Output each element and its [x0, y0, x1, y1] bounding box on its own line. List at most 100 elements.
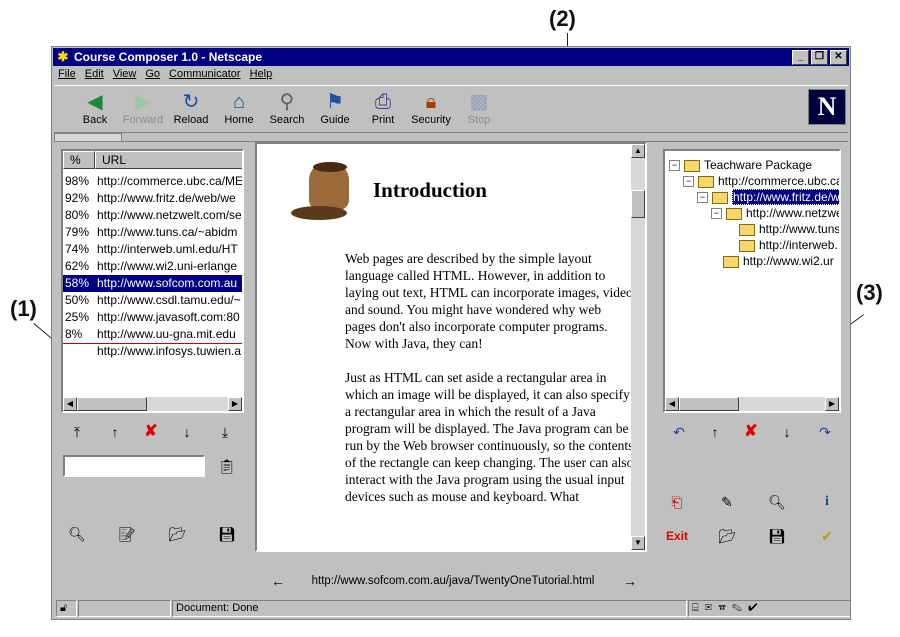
export-button[interactable]: ⎗: [664, 491, 690, 513]
next-page-button[interactable]: →: [619, 571, 641, 591]
list-item[interactable]: 8% http://www.uu-gna.mit.edu: [63, 326, 242, 344]
edit-icon: ✎: [721, 494, 733, 510]
minimize-button[interactable]: _: [792, 50, 809, 65]
url-input[interactable]: [63, 455, 205, 477]
checkmark-icon: ✔: [821, 528, 833, 544]
tree-move-right-button[interactable]: ↷: [812, 421, 838, 443]
scroll-thumb[interactable]: [679, 397, 739, 411]
forward-arrow-icon: ▶: [135, 91, 151, 113]
left-search-button[interactable]: 🔍︎: [64, 523, 90, 545]
move-down-button[interactable]: ↓: [174, 421, 200, 443]
toolbar-collapse-tab[interactable]: [54, 133, 122, 142]
menu-help[interactable]: Help: [250, 68, 273, 84]
status-bar: 🔓︎ Document: Done ⌸✉☎✎✔: [54, 600, 850, 617]
delete-x-icon: ✘: [744, 423, 758, 440]
list-item[interactable]: http://www.infosys.tuwien.a: [63, 343, 242, 360]
tree-node-4[interactable]: http://www.tuns: [739, 221, 839, 237]
list-item[interactable]: 92% http://www.fritz.de/web/we: [63, 190, 242, 207]
printer-icon: ⎙: [375, 91, 391, 113]
scroll-down-icon[interactable]: ▼: [631, 536, 645, 550]
save-button[interactable]: 💾︎: [214, 523, 240, 545]
column-header-url[interactable]: URL: [95, 151, 242, 169]
move-top-button[interactable]: ⤒: [64, 421, 90, 443]
move-bottom-button[interactable]: ⤓: [212, 421, 238, 443]
tree-move-down-button[interactable]: ↓: [774, 421, 800, 443]
move-up-button[interactable]: ↑: [102, 421, 128, 443]
home-button[interactable]: ⌂ Home: [216, 88, 262, 130]
guide-button[interactable]: ⚑ Guide: [312, 88, 358, 130]
tree-label: http://commerce.ubc.ca: [718, 174, 841, 188]
tree-open-folder-button[interactable]: 📂︎: [714, 525, 740, 547]
close-button[interactable]: ✕: [830, 50, 847, 65]
prev-page-button[interactable]: ←: [267, 571, 289, 591]
magnifier-icon: 🔍︎: [68, 526, 86, 542]
security-status-icon: 🔓︎: [56, 600, 77, 617]
forward-button[interactable]: ▶ Forward: [120, 88, 166, 130]
menu-go[interactable]: Go: [145, 68, 160, 84]
menu-file[interactable]: File: [58, 68, 76, 84]
maximize-button[interactable]: ❐: [811, 50, 828, 65]
reload-button[interactable]: ↻ Reload: [168, 88, 214, 130]
list-item[interactable]: 79% http://www.tuns.ca/~abidm: [63, 224, 242, 241]
content-vertical-scrollbar[interactable]: ▲ ▼: [631, 144, 645, 550]
list-horizontal-scrollbar[interactable]: ◀ ▶: [63, 397, 242, 411]
scroll-right-icon[interactable]: ▶: [825, 397, 839, 411]
netscape-logo: N: [808, 89, 846, 125]
magnifier-icon: 🔍︎: [768, 494, 786, 510]
menu-communicator[interactable]: Communicator: [169, 68, 241, 84]
match-percent: 58%: [65, 276, 90, 290]
title-bar: ✱ Course Composer 1.0 - Netscape _ ❐ ✕: [53, 48, 849, 66]
tree-save-button[interactable]: 💾︎: [764, 525, 790, 547]
list-item[interactable]: 74% http://interweb.uml.edu/HT: [63, 241, 242, 258]
list-item[interactable]: 58% http://www.sofcom.com.au: [63, 275, 242, 292]
move-top-icon: ⤒: [73, 424, 81, 440]
security-button[interactable]: 🔒︎ Security: [408, 88, 454, 130]
search-button[interactable]: ⚲ Search: [264, 88, 310, 130]
search-results-list: % URL 98% http://commerce.ubc.ca/ME 92% htt…: [61, 149, 244, 413]
menu-edit[interactable]: Edit: [85, 68, 104, 84]
info-button[interactable]: i: [814, 491, 840, 513]
column-header-percent[interactable]: %: [63, 151, 95, 169]
edit-node-button[interactable]: ✎: [714, 491, 740, 513]
tree-label: http://www.wi2.ur: [743, 254, 834, 268]
scroll-left-icon[interactable]: ◀: [63, 397, 77, 411]
scroll-right-icon[interactable]: ▶: [228, 397, 242, 411]
tree-node-root[interactable]: − Teachware Package: [669, 157, 812, 173]
check-button[interactable]: ✔: [814, 525, 840, 547]
tree-horizontal-scrollbar[interactable]: ◀ ▶: [665, 397, 839, 411]
netscape-app-icon: ✱: [57, 49, 69, 64]
tree-search-button[interactable]: 🔍︎: [764, 491, 790, 513]
open-folder-button[interactable]: 📂︎: [164, 523, 190, 545]
stop-button[interactable]: ▩ Stop: [456, 88, 502, 130]
menu-view[interactable]: View: [113, 68, 137, 84]
scroll-left-icon[interactable]: ◀: [665, 397, 679, 411]
current-url[interactable]: http://www.sofcom.com.au/java/TwentyOneT…: [299, 572, 607, 590]
stop-label: Stop: [467, 114, 491, 126]
delete-button[interactable]: ✘: [138, 421, 164, 443]
tree-node-1[interactable]: − http://commerce.ubc.ca: [683, 173, 841, 189]
arrow-right-turn-icon: ↷: [819, 424, 831, 440]
list-item[interactable]: 98% http://commerce.ubc.ca/ME: [63, 173, 242, 190]
list-item[interactable]: 50% http://www.csdl.tamu.edu/~: [63, 292, 242, 309]
tree-delete-button[interactable]: ✘: [738, 421, 764, 443]
paste-button[interactable]: 📋︎: [214, 455, 240, 477]
tree-node-6[interactable]: http://www.wi2.ur: [723, 253, 834, 269]
tree-node-5[interactable]: http://interweb.: [739, 237, 838, 253]
list-item[interactable]: 62% http://www.wi2.uni-erlange: [63, 258, 242, 275]
tree-move-left-button[interactable]: ↶: [666, 421, 692, 443]
paragraph: Web pages are described by the simple la…: [345, 251, 633, 351]
tree-node-2[interactable]: − http://www.fritz.de/we: [697, 189, 839, 205]
back-button[interactable]: ◀ Back: [72, 88, 118, 130]
folder-icon: [739, 239, 755, 252]
scroll-thumb[interactable]: [77, 397, 147, 411]
tree-node-3[interactable]: − http://www.netzwe: [711, 205, 839, 221]
tree-move-up-button[interactable]: ↑: [702, 421, 728, 443]
list-item[interactable]: 80% http://www.netzwelt.com/se: [63, 207, 242, 224]
scroll-up-icon[interactable]: ▲: [631, 144, 645, 158]
print-button[interactable]: ⎙ Print: [360, 88, 406, 130]
exit-button[interactable]: Exit: [664, 525, 690, 547]
notes-button[interactable]: 📝︎: [114, 523, 140, 545]
scroll-thumb[interactable]: [631, 190, 645, 218]
list-item[interactable]: 25% http://www.javasoft.com:80: [63, 309, 242, 326]
back-arrow-icon: ◀: [87, 91, 103, 113]
